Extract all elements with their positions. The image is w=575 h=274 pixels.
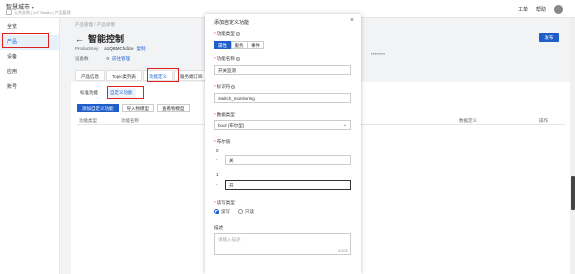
function-subtabs: 标准功能 自定义功能 <box>77 88 136 98</box>
sidebar-item-account[interactable]: 账号 <box>0 80 59 95</box>
data-type-value: bool (布尔型) <box>218 123 245 128</box>
rw-type-label-text: 读写类型 <box>216 200 235 205</box>
tab-server-subscription[interactable]: 服务端订阅 <box>174 70 209 81</box>
sidebar-item-app[interactable]: 应用 <box>0 65 59 80</box>
sidebar-item-label: 产品 <box>7 39 18 45</box>
func-name-input[interactable]: 开关监测 <box>214 65 351 75</box>
func-type-label: *功能类型? <box>214 31 240 37</box>
bool-0-number: 0 <box>216 148 219 153</box>
sidebar-item-device[interactable]: 设备 <box>0 50 59 65</box>
bool-0-input[interactable]: 关 <box>225 155 351 165</box>
func-type-label-text: 功能类型 <box>216 31 235 36</box>
func-type-property[interactable]: 属性 <box>214 41 231 49</box>
column-header: 功能名称 <box>121 118 139 123</box>
back-arrow-icon[interactable]: ← <box>75 34 84 44</box>
function-actions: 添加自定义功能 导入物模型 查看物模型 <box>77 104 190 112</box>
func-name-label-text: 功能名称 <box>216 56 235 61</box>
rw-type-label: *读写类型 <box>214 200 235 206</box>
func-name-label: *功能名称? <box>214 56 240 62</box>
column-header: 功能类型 <box>79 118 97 123</box>
instance-icon <box>6 9 12 15</box>
device-count-value: 0 <box>106 56 110 61</box>
page-title: ← 智能控制 <box>75 32 124 45</box>
product-key-label: ProductKey <box>75 46 99 51</box>
identifier-input[interactable]: Switch_monitoring <box>214 93 351 103</box>
required-mark: * <box>214 139 216 144</box>
required-mark: * <box>214 31 216 36</box>
import-model-button[interactable]: 导入物模型 <box>121 104 154 112</box>
func-type-service[interactable]: 服务 <box>230 41 248 49</box>
brand-subtitle: 公共实例 | IoT Studio | 产品管理 <box>14 10 71 15</box>
page-title-text: 智能控制 <box>88 34 125 44</box>
add-custom-function-button[interactable]: 添加自定义功能 <box>77 104 119 112</box>
subtab-standard-functions[interactable]: 标准功能 <box>77 88 101 98</box>
radio-checked-icon <box>214 209 219 215</box>
tab-topic-list[interactable]: Topic类列表 <box>106 70 143 81</box>
required-mark: * <box>214 84 216 89</box>
bool-1-input[interactable]: 开 <box>225 180 351 190</box>
bool-1-number: 1 <box>216 172 219 177</box>
view-model-button[interactable]: 查看物模型 <box>157 104 190 112</box>
bool-1-dash: - <box>216 182 218 187</box>
breadcrumb: 产品管理 / 产品详情 <box>75 22 115 27</box>
func-type-selector: 属性 服务 事件 <box>214 41 264 49</box>
rw-type-radio-group: 读写 只读 <box>214 209 254 215</box>
sidebar-item-label: 设备 <box>7 54 18 60</box>
publish-button[interactable]: 发布 <box>539 33 559 42</box>
data-type-label-text: 数据类型 <box>216 112 235 117</box>
subtab-custom-functions[interactable]: 自定义功能 <box>107 88 136 98</box>
sidebar-item-label: 账号 <box>7 84 18 90</box>
tab-function-definition[interactable]: 功能定义 <box>143 70 174 81</box>
help-icon[interactable]: ? <box>235 56 240 61</box>
description-textarea[interactable]: 请输入描述 0/100 <box>214 233 351 255</box>
sidebar-item-overview[interactable]: 全览 <box>0 20 59 35</box>
close-icon[interactable]: × <box>350 17 354 24</box>
rw-radio-readonly[interactable]: 只读 <box>238 209 254 215</box>
sidebar: 全览 产品 设备 应用 账号 <box>0 18 60 274</box>
chevron-down-icon: ⌄ <box>342 122 347 128</box>
help-icon[interactable]: ? <box>235 31 240 36</box>
description-counter: 0/100 <box>337 248 348 253</box>
copy-product-key-button[interactable]: 复制 <box>137 46 146 51</box>
product-key-row: ProductKey a1QBMChdize 复制 <box>75 46 146 52</box>
data-type-select[interactable]: bool (布尔型) ⌄ <box>214 120 351 130</box>
identifier-label: *标识符? <box>214 84 236 90</box>
radio-label: 只读 <box>245 209 254 214</box>
sidebar-item-label: 全览 <box>7 24 18 30</box>
column-header: 数据定义 <box>459 118 477 123</box>
bool-label-text: 布尔值 <box>216 139 231 144</box>
product-tabs: 产品信息 Topic类列表 功能定义 服务端订阅 <box>75 70 210 81</box>
avatar[interactable] <box>554 5 563 14</box>
required-mark: * <box>214 56 216 61</box>
bool-0-dash: - <box>216 157 218 162</box>
help-icon[interactable]: ? <box>231 84 236 89</box>
sidebar-item-product[interactable]: 产品 <box>0 35 59 50</box>
required-mark: * <box>214 200 216 205</box>
identifier-label-text: 标识符 <box>216 84 231 89</box>
manage-devices-link[interactable]: 前往管理 <box>112 56 130 61</box>
description-placeholder: 请输入描述 <box>218 237 241 242</box>
dialog-title: 添加自定义功能 <box>214 20 250 26</box>
rw-radio-readwrite[interactable]: 读写 <box>214 209 230 215</box>
radio-label: 读写 <box>221 209 230 214</box>
radio-unchecked-icon <box>238 209 243 215</box>
top-right-nav: 工单 帮助 <box>518 5 563 14</box>
column-header: 操作 <box>539 118 548 123</box>
data-type-label: *数据类型 <box>214 112 235 118</box>
scrollbar-thumb[interactable] <box>570 176 575 210</box>
product-key-value: a1QBMChdize <box>104 46 134 51</box>
add-custom-function-dialog: 添加自定义功能 × *功能类型? 属性 服务 事件 *功能名称? 开关监测 *标… <box>205 14 361 274</box>
device-count-row: 设备数 0 前往管理 <box>75 56 130 62</box>
ticket-link[interactable]: 工单 <box>518 6 528 13</box>
description-label: 描述 <box>214 225 223 230</box>
device-count-label: 设备数 <box>75 56 89 61</box>
sidebar-item-label: 应用 <box>7 69 18 75</box>
page-scrollbar[interactable] <box>570 18 575 274</box>
help-link[interactable]: 帮助 <box>536 6 546 13</box>
func-type-event[interactable]: 事件 <box>247 41 264 49</box>
required-mark: * <box>214 112 216 117</box>
product-secret: ******** <box>371 52 386 57</box>
tab-product-info[interactable]: 产品信息 <box>75 70 105 81</box>
bool-label: *布尔值 <box>214 139 230 145</box>
